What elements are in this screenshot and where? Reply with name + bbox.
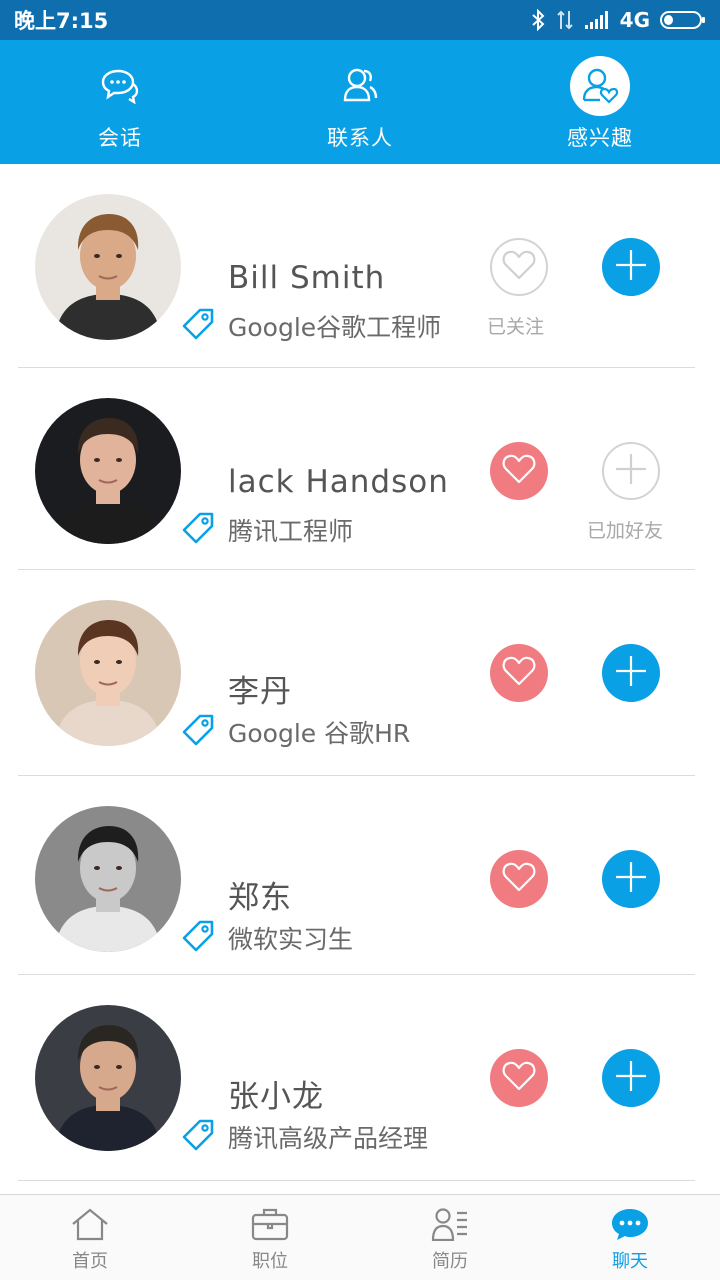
tag-icon [180, 712, 216, 752]
heart-icon [502, 1061, 536, 1095]
resume-icon [430, 1207, 470, 1245]
contact-name: Bill Smith [228, 260, 386, 296]
tag-icon [180, 918, 216, 958]
chat-icon [610, 1207, 650, 1245]
tag-icon [180, 1117, 216, 1157]
avatar[interactable] [35, 806, 181, 952]
contact-row[interactable]: 张小龙 腾讯高级产品经理 [0, 975, 720, 1181]
nav-chat[interactable]: 聊天 [540, 1195, 720, 1280]
avatar-eye [94, 458, 100, 462]
signal-icon [584, 10, 610, 30]
contact-title: Google谷歌工程师 [228, 313, 442, 342]
plus-icon [614, 1059, 648, 1097]
tab-label: 联系人 [327, 126, 393, 150]
follow-button[interactable] [490, 1049, 548, 1107]
avatar[interactable] [35, 1005, 181, 1151]
top-tab-bar: 会话 联系人 感兴趣 [0, 40, 720, 164]
plus-icon [614, 248, 648, 286]
contact-title: 腾讯高级产品经理 [228, 1124, 429, 1153]
avatar-eye [116, 458, 122, 462]
nav-jobs[interactable]: 职位 [180, 1195, 360, 1280]
contact-name: lack Handson [228, 464, 449, 500]
contact-title: Google 谷歌HR [228, 719, 411, 748]
tag-icon [180, 510, 216, 550]
follow-caption: 已关注 [487, 316, 545, 338]
avatar-eye [94, 1065, 100, 1069]
avatar[interactable] [35, 194, 181, 340]
contacts-icon [330, 56, 390, 116]
tab-label: 会话 [98, 126, 142, 150]
heart-icon [502, 656, 536, 690]
home-icon [70, 1207, 110, 1245]
add-friend-button[interactable] [602, 644, 660, 702]
nav-label: 职位 [252, 1251, 288, 1272]
plus-icon [614, 654, 648, 692]
contact-row[interactable]: 李丹 Google 谷歌HR [0, 570, 720, 776]
tag-icon [180, 306, 216, 346]
interested-person-icon [570, 56, 630, 116]
add-friend-button[interactable] [602, 238, 660, 296]
tab-label: 感兴趣 [567, 126, 633, 150]
nav-label: 首页 [72, 1251, 108, 1272]
data-transfer-icon [556, 9, 574, 31]
tab-interested[interactable]: 感兴趣 [480, 40, 720, 164]
add-caption: 已加好友 [587, 520, 664, 542]
nav-label: 聊天 [612, 1251, 648, 1272]
avatar-eye [116, 866, 122, 870]
plus-icon [614, 452, 648, 490]
contact-row[interactable]: Bill Smith Google谷歌工程师 已关注 [0, 164, 720, 368]
tab-conversations[interactable]: 会话 [0, 40, 240, 164]
add-friend-button[interactable] [602, 442, 660, 500]
follow-button[interactable] [490, 238, 548, 296]
nav-home[interactable]: 首页 [0, 1195, 180, 1280]
avatar[interactable] [35, 600, 181, 746]
avatar[interactable] [35, 398, 181, 544]
follow-button[interactable] [490, 442, 548, 500]
add-friend-button[interactable] [602, 1049, 660, 1107]
bottom-nav: 首页 职位 简历 聊天 [0, 1194, 720, 1280]
nav-label: 简历 [432, 1251, 468, 1272]
briefcase-icon [250, 1207, 290, 1245]
contact-title: 微软实习生 [228, 925, 354, 954]
avatar-eye [116, 254, 122, 258]
chat-bubbles-icon [90, 56, 150, 116]
heart-icon [502, 250, 536, 284]
battery-icon [660, 10, 706, 30]
bluetooth-icon [530, 9, 546, 31]
contact-row[interactable]: 郑东 微软实习生 [0, 776, 720, 975]
avatar-eye [116, 1065, 122, 1069]
avatar-eye [94, 660, 100, 664]
status-bar: 晚上7:15 4G [0, 0, 720, 40]
nav-resume[interactable]: 简历 [360, 1195, 540, 1280]
heart-icon [502, 862, 536, 896]
status-icons: 4G [530, 8, 706, 32]
interested-list: Bill Smith Google谷歌工程师 已关注 lack Handson … [0, 164, 720, 1181]
tab-contacts[interactable]: 联系人 [240, 40, 480, 164]
network-type: 4G [619, 8, 650, 32]
contact-name: 张小龙 [228, 1079, 324, 1115]
plus-icon [614, 860, 648, 898]
contact-title: 腾讯工程师 [228, 517, 354, 546]
avatar-eye [94, 254, 100, 258]
add-friend-button[interactable] [602, 850, 660, 908]
heart-icon [502, 454, 536, 488]
avatar-eye [116, 660, 122, 664]
follow-button[interactable] [490, 850, 548, 908]
avatar-eye [94, 866, 100, 870]
follow-button[interactable] [490, 644, 548, 702]
contact-name: 郑东 [228, 880, 292, 916]
status-time: 晚上7:15 [14, 9, 109, 33]
contact-name: 李丹 [228, 674, 292, 710]
contact-row[interactable]: lack Handson 腾讯工程师 已加好友 [0, 368, 720, 570]
